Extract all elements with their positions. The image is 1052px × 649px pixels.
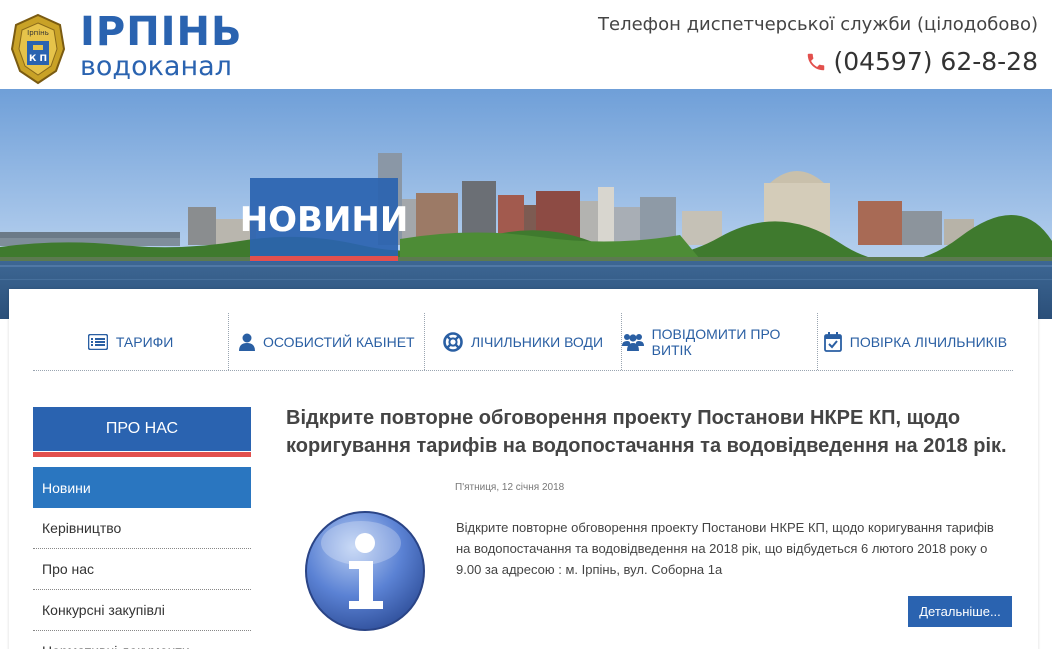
- sidebar-item-news[interactable]: Новини: [33, 467, 251, 508]
- service-meter-verification[interactable]: ПОВІРКА ЛІЧИЛЬНИКІВ: [818, 313, 1013, 370]
- service-water-meters-label: ЛІЧИЛЬНИКИ ВОДИ: [470, 333, 604, 350]
- read-more-button[interactable]: Детальніше...: [908, 596, 1012, 627]
- service-meter-verification-label: ПОВІРКА ЛІЧИЛЬНИКІВ: [849, 333, 1008, 350]
- phone-caption: Телефон диспетчерської служби (цілодобов…: [598, 14, 1038, 35]
- sidebar-heading[interactable]: ПРО НАС: [33, 407, 251, 451]
- sidebar-item-procurement[interactable]: Конкурсні закупівлі: [33, 590, 251, 631]
- service-tariffs-label: ТАРИФИ: [115, 333, 174, 350]
- services-bar: ТАРИФИ ОСОБИСТИЙ КАБІНЕТ ЛІЧИЛЬНИКИ ВОДИ: [33, 313, 1013, 371]
- service-tariffs[interactable]: ТАРИФИ: [33, 313, 230, 370]
- list-icon: [87, 333, 108, 350]
- logo-title[interactable]: ІРПІНЬ: [80, 12, 243, 52]
- article-title[interactable]: Відкрите повторне обговорення проекту По…: [286, 404, 1016, 460]
- hero-title-underline: [250, 256, 398, 261]
- city-skyline-image: [0, 89, 1052, 319]
- phone-row: (04597) 62-8-28: [805, 47, 1038, 76]
- calendar-check-icon: [823, 331, 842, 352]
- logo-emblem-text-mid: К П: [29, 54, 47, 64]
- service-report-leak[interactable]: ПОВІДОМИТИ ПРО ВИТІК: [621, 313, 818, 370]
- info-icon: [305, 511, 425, 631]
- news-article: Відкрите повторне обговорення проекту По…: [286, 404, 1016, 631]
- users-icon: [621, 333, 644, 351]
- logo-emblem-icon[interactable]: Ірпінь К П: [10, 13, 66, 85]
- phone-number[interactable]: (04597) 62-8-28: [833, 47, 1038, 76]
- service-personal-account[interactable]: ОСОБИСТИЙ КАБІНЕТ: [229, 313, 426, 370]
- sidebar-menu: Новини Керівництво Про нас Конкурсні зак…: [33, 467, 251, 649]
- sidebar-heading-underline: [33, 452, 251, 457]
- article-excerpt: Відкрите повторне обговорення проекту По…: [456, 520, 994, 577]
- sidebar: ПРО НАС Новини Керівництво Про нас Конку…: [33, 407, 251, 649]
- service-personal-account-label: ОСОБИСТИЙ КАБІНЕТ: [262, 333, 415, 350]
- user-icon: [238, 333, 255, 351]
- logo-emblem-text-top: Ірпінь: [27, 29, 49, 37]
- phone-icon: [808, 53, 825, 70]
- sidebar-item-regulations[interactable]: Нормативні документи: [33, 631, 251, 649]
- sidebar-item-management[interactable]: Керівництво: [33, 508, 251, 549]
- sidebar-item-about[interactable]: Про нас: [33, 549, 251, 590]
- logo-subtitle[interactable]: водоканал: [80, 52, 232, 82]
- article-date: П'ятниця, 12 січня 2018: [455, 482, 565, 493]
- service-water-meters[interactable]: ЛІЧИЛЬНИКИ ВОДИ: [425, 313, 622, 370]
- hero-title: НОВИНИ: [240, 178, 408, 262]
- hero-banner: НОВИНИ: [0, 89, 1052, 319]
- lifebuoy-icon: [443, 331, 463, 352]
- service-report-leak-label: ПОВІДОМИТИ ПРО ВИТІК: [651, 325, 781, 358]
- main-content: ТАРИФИ ОСОБИСТИЙ КАБІНЕТ ЛІЧИЛЬНИКИ ВОДИ: [9, 289, 1038, 649]
- site-header: Ірпінь К П ІРПІНЬ водоканал Телефон дисп…: [0, 0, 1052, 89]
